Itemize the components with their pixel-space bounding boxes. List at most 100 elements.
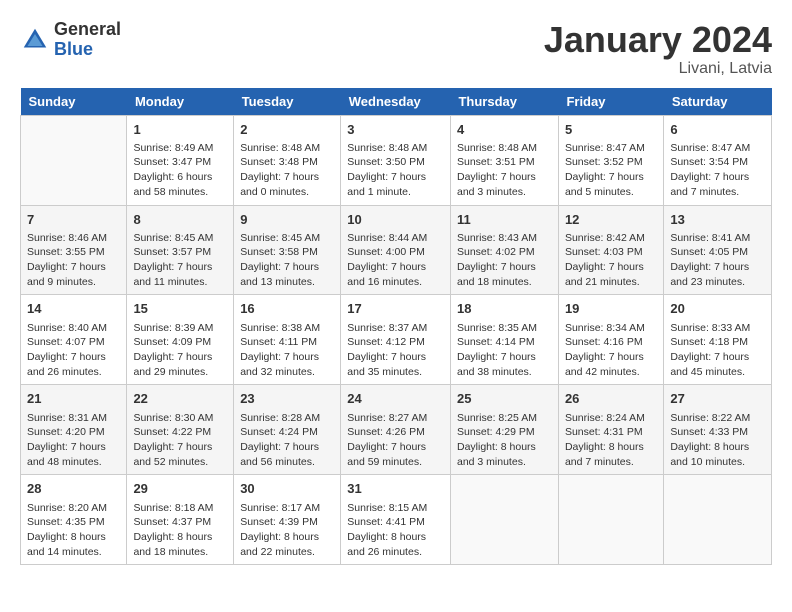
- table-row: 25 Sunrise: 8:25 AMSunset: 4:29 PMDayligh…: [450, 385, 558, 475]
- day-info: Sunrise: 8:22 AMSunset: 4:33 PMDaylight:…: [670, 411, 765, 470]
- logo-text: General Blue: [54, 20, 121, 60]
- day-number: 5: [565, 121, 657, 139]
- table-row: 22 Sunrise: 8:30 AMSunset: 4:22 PMDayligh…: [127, 385, 234, 475]
- day-number: 10: [347, 211, 444, 229]
- day-number: 13: [670, 211, 765, 229]
- day-info: Sunrise: 8:34 AMSunset: 4:16 PMDaylight:…: [565, 321, 657, 380]
- day-info: Sunrise: 8:43 AMSunset: 4:02 PMDaylight:…: [457, 231, 552, 290]
- day-number: 25: [457, 390, 552, 408]
- day-info: Sunrise: 8:25 AMSunset: 4:29 PMDaylight:…: [457, 411, 552, 470]
- table-row: 29 Sunrise: 8:18 AMSunset: 4:37 PMDayligh…: [127, 475, 234, 565]
- day-info: Sunrise: 8:28 AMSunset: 4:24 PMDaylight:…: [240, 411, 334, 470]
- logo-blue: Blue: [54, 40, 121, 60]
- col-tuesday: Tuesday: [234, 88, 341, 116]
- calendar-week-row: 28Sunrise: 8:20 AMSunset: 4:35 PMDayligh…: [21, 475, 772, 565]
- table-row: 23 Sunrise: 8:28 AMSunset: 4:24 PMDayligh…: [234, 385, 341, 475]
- col-saturday: Saturday: [664, 88, 772, 116]
- day-info: Sunrise: 8:17 AMSunset: 4:39 PMDaylight:…: [240, 501, 334, 560]
- day-info: Sunrise: 8:48 AMSunset: 3:50 PMDaylight:…: [347, 141, 444, 200]
- table-row: [558, 475, 663, 565]
- col-sunday: Sunday: [21, 88, 127, 116]
- day-number: 11: [457, 211, 552, 229]
- table-row: 1 Sunrise: 8:49 AMSunset: 3:47 PMDaylight…: [127, 115, 234, 205]
- month-title: January 2024: [544, 20, 772, 60]
- table-row: 12 Sunrise: 8:42 AMSunset: 4:03 PMDayligh…: [558, 205, 663, 295]
- table-row: 8 Sunrise: 8:45 AMSunset: 3:57 PMDaylight…: [127, 205, 234, 295]
- day-info: Sunrise: 8:48 AMSunset: 3:51 PMDaylight:…: [457, 141, 552, 200]
- calendar-header-row: Sunday Monday Tuesday Wednesday Thursday…: [21, 88, 772, 116]
- day-info: Sunrise: 8:30 AMSunset: 4:22 PMDaylight:…: [133, 411, 227, 470]
- table-row: 19Sunrise: 8:34 AMSunset: 4:16 PMDayligh…: [558, 295, 663, 385]
- day-info: Sunrise: 8:35 AMSunset: 4:14 PMDaylight:…: [457, 321, 552, 380]
- day-number: 24: [347, 390, 444, 408]
- table-row: 7Sunrise: 8:46 AMSunset: 3:55 PMDaylight…: [21, 205, 127, 295]
- day-number: 23: [240, 390, 334, 408]
- day-info: Sunrise: 8:48 AMSunset: 3:48 PMDaylight:…: [240, 141, 334, 200]
- day-number: 22: [133, 390, 227, 408]
- table-row: [21, 115, 127, 205]
- day-number: 18: [457, 300, 552, 318]
- day-number: 1: [133, 121, 227, 139]
- logo-icon: [20, 25, 50, 55]
- table-row: 3 Sunrise: 8:48 AMSunset: 3:50 PMDaylight…: [341, 115, 451, 205]
- day-info: Sunrise: 8:15 AMSunset: 4:41 PMDaylight:…: [347, 501, 444, 560]
- day-info: Sunrise: 8:45 AMSunset: 3:58 PMDaylight:…: [240, 231, 334, 290]
- day-number: 2: [240, 121, 334, 139]
- day-number: 14: [27, 300, 120, 318]
- table-row: 13Sunrise: 8:41 AMSunset: 4:05 PMDayligh…: [664, 205, 772, 295]
- day-number: 8: [133, 211, 227, 229]
- col-wednesday: Wednesday: [341, 88, 451, 116]
- table-row: [450, 475, 558, 565]
- day-info: Sunrise: 8:39 AMSunset: 4:09 PMDaylight:…: [133, 321, 227, 380]
- table-row: 26Sunrise: 8:24 AMSunset: 4:31 PMDayligh…: [558, 385, 663, 475]
- table-row: 21Sunrise: 8:31 AMSunset: 4:20 PMDayligh…: [21, 385, 127, 475]
- table-row: 6 Sunrise: 8:47 AMSunset: 3:54 PMDaylight…: [664, 115, 772, 205]
- location: Livani, Latvia: [544, 60, 772, 78]
- day-number: 26: [565, 390, 657, 408]
- table-row: 20Sunrise: 8:33 AMSunset: 4:18 PMDayligh…: [664, 295, 772, 385]
- table-row: 15Sunrise: 8:39 AMSunset: 4:09 PMDayligh…: [127, 295, 234, 385]
- day-info: Sunrise: 8:18 AMSunset: 4:37 PMDaylight:…: [133, 501, 227, 560]
- table-row: 17 Sunrise: 8:37 AMSunset: 4:12 PMDayligh…: [341, 295, 451, 385]
- day-number: 31: [347, 480, 444, 498]
- table-row: 9Sunrise: 8:45 AMSunset: 3:58 PMDaylight…: [234, 205, 341, 295]
- calendar-week-row: 14Sunrise: 8:40 AMSunset: 4:07 PMDayligh…: [21, 295, 772, 385]
- title-area: January 2024 Livani, Latvia: [544, 20, 772, 78]
- day-info: Sunrise: 8:42 AMSunset: 4:03 PMDaylight:…: [565, 231, 657, 290]
- table-row: [664, 475, 772, 565]
- col-thursday: Thursday: [450, 88, 558, 116]
- day-number: 6: [670, 121, 765, 139]
- table-row: 2 Sunrise: 8:48 AMSunset: 3:48 PMDaylight…: [234, 115, 341, 205]
- col-friday: Friday: [558, 88, 663, 116]
- calendar-week-row: 7Sunrise: 8:46 AMSunset: 3:55 PMDaylight…: [21, 205, 772, 295]
- table-row: 28Sunrise: 8:20 AMSunset: 4:35 PMDayligh…: [21, 475, 127, 565]
- day-info: Sunrise: 8:31 AMSunset: 4:20 PMDaylight:…: [27, 411, 120, 470]
- col-monday: Monday: [127, 88, 234, 116]
- day-info: Sunrise: 8:37 AMSunset: 4:12 PMDaylight:…: [347, 321, 444, 380]
- day-number: 12: [565, 211, 657, 229]
- table-row: 14Sunrise: 8:40 AMSunset: 4:07 PMDayligh…: [21, 295, 127, 385]
- day-info: Sunrise: 8:44 AMSunset: 4:00 PMDaylight:…: [347, 231, 444, 290]
- table-row: 24 Sunrise: 8:27 AMSunset: 4:26 PMDayligh…: [341, 385, 451, 475]
- day-number: 3: [347, 121, 444, 139]
- table-row: 30Sunrise: 8:17 AMSunset: 4:39 PMDayligh…: [234, 475, 341, 565]
- day-info: Sunrise: 8:45 AMSunset: 3:57 PMDaylight:…: [133, 231, 227, 290]
- calendar-table: Sunday Monday Tuesday Wednesday Thursday…: [20, 88, 772, 566]
- day-number: 29: [133, 480, 227, 498]
- day-number: 16: [240, 300, 334, 318]
- table-row: 27 Sunrise: 8:22 AMSunset: 4:33 PMDayligh…: [664, 385, 772, 475]
- day-info: Sunrise: 8:49 AMSunset: 3:47 PMDaylight:…: [133, 141, 227, 200]
- logo: General Blue: [20, 20, 121, 60]
- page-header: General Blue January 2024 Livani, Latvia: [20, 20, 772, 78]
- calendar-week-row: 21Sunrise: 8:31 AMSunset: 4:20 PMDayligh…: [21, 385, 772, 475]
- day-info: Sunrise: 8:38 AMSunset: 4:11 PMDaylight:…: [240, 321, 334, 380]
- day-number: 27: [670, 390, 765, 408]
- day-number: 28: [27, 480, 120, 498]
- day-info: Sunrise: 8:47 AMSunset: 3:54 PMDaylight:…: [670, 141, 765, 200]
- day-info: Sunrise: 8:27 AMSunset: 4:26 PMDaylight:…: [347, 411, 444, 470]
- day-number: 4: [457, 121, 552, 139]
- table-row: 18 Sunrise: 8:35 AMSunset: 4:14 PMDayligh…: [450, 295, 558, 385]
- day-number: 7: [27, 211, 120, 229]
- table-row: 10 Sunrise: 8:44 AMSunset: 4:00 PMDayligh…: [341, 205, 451, 295]
- day-number: 17: [347, 300, 444, 318]
